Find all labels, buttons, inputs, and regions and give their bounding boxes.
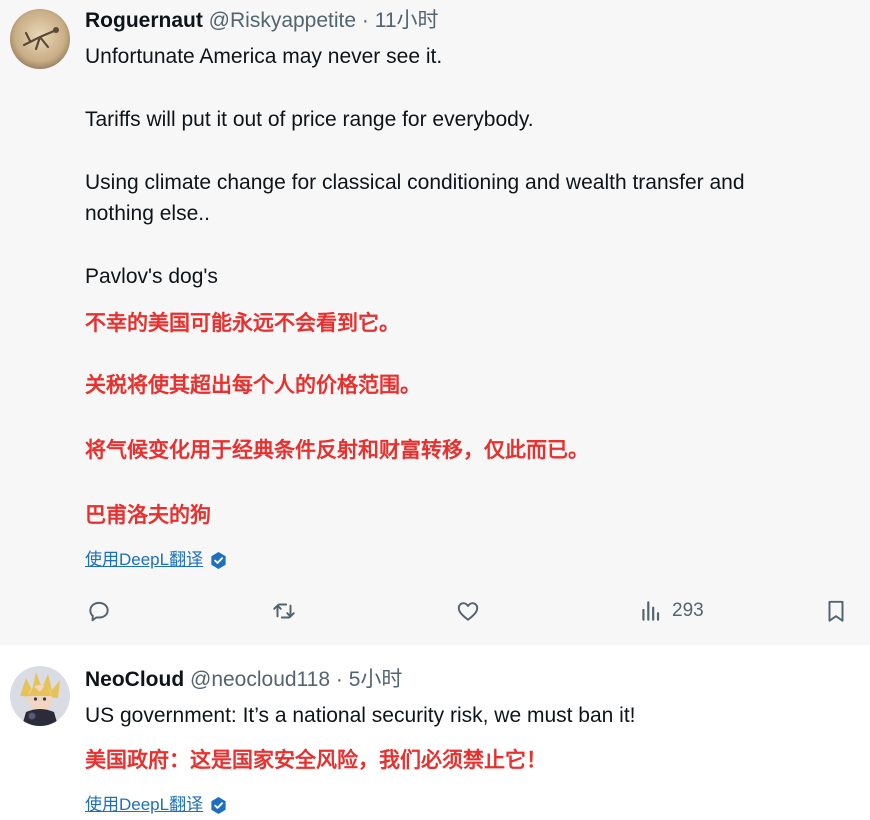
tweet-header: NeoCloud @neocloud118 · 5小时 (85, 667, 402, 693)
tweet-neocloud[interactable]: NeoCloud @neocloud118 · 5小时 US governmen… (0, 645, 870, 820)
translation-line: 将气候变化用于经典条件反射和财富转移，仅此而已。 (85, 439, 589, 462)
user-handle[interactable]: @neocloud118 (190, 668, 330, 691)
translation-line: 不幸的美国可能永远不会看到它。 (85, 312, 400, 335)
tweet-header: Roguernaut @Riskyappetite · 11小时 (85, 8, 439, 34)
separator: · (335, 668, 343, 691)
reply-icon (89, 601, 109, 622)
tweet-actions: 293 (0, 596, 870, 626)
translation-line: 美国政府：这是国家安全风险，我们必须禁止它！ (85, 749, 547, 772)
bookmark-button[interactable] (823, 596, 849, 626)
tweet-text-line: Using climate change for classical condi… (85, 171, 745, 194)
deepl-icon (211, 551, 226, 569)
retweet-icon (273, 603, 295, 619)
tweet-text-line: Pavlov's dog's (85, 265, 218, 288)
views-button[interactable]: 293 (638, 596, 704, 626)
like-icon (457, 602, 479, 621)
like-button[interactable] (455, 596, 481, 626)
deepl-icon (211, 796, 226, 814)
views-icon (642, 601, 660, 621)
deepl-label[interactable]: 使用DeepL翻译 (85, 549, 203, 571)
deepl-translate-link[interactable]: 使用DeepL翻译 (85, 794, 228, 816)
tweet-roguernaut[interactable]: Roguernaut @Riskyappetite · 11小时 Unfortu… (0, 0, 870, 645)
timestamp[interactable]: 5小时 (349, 668, 403, 691)
display-name[interactable]: NeoCloud (85, 668, 184, 691)
avatar[interactable] (10, 666, 70, 726)
reply-button[interactable] (86, 596, 112, 626)
deepl-translate-link[interactable]: 使用DeepL翻译 (85, 549, 228, 571)
display-name[interactable]: Roguernaut (85, 9, 203, 32)
tweet-text-line: Tariffs will put it out of price range f… (85, 108, 534, 131)
views-count: 293 (672, 600, 704, 621)
tweet-text-line: US government: It’s a national security … (85, 704, 636, 727)
retweet-button[interactable] (271, 596, 297, 626)
user-handle[interactable]: @Riskyappetite (209, 9, 356, 32)
tweet-text-line: Unfortunate America may never see it. (85, 45, 443, 68)
deepl-label[interactable]: 使用DeepL翻译 (85, 794, 203, 816)
bookmark-icon (828, 600, 844, 622)
separator: · (361, 9, 369, 32)
translation-line: 关税将使其超出每个人的价格范围。 (85, 374, 421, 397)
translation-line: 巴甫洛夫的狗 (85, 504, 211, 527)
timestamp[interactable]: 11小时 (375, 9, 439, 32)
avatar[interactable] (10, 9, 70, 69)
tweet-text-line: nothing else.. (85, 202, 210, 225)
